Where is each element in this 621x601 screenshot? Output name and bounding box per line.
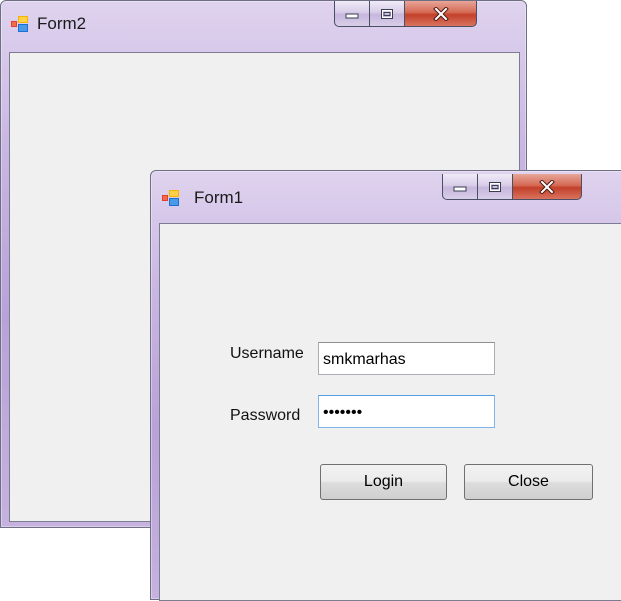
app-icon	[162, 190, 179, 206]
close-button[interactable]: Close	[464, 464, 593, 500]
form1-title: Form1	[194, 188, 244, 207]
password-label: Password	[230, 407, 301, 424]
form1-close-button[interactable]	[512, 174, 582, 200]
password-input[interactable]	[318, 395, 495, 428]
form1-titlebar[interactable]: Form1	[151, 171, 621, 217]
form1-maximize-button[interactable]	[477, 174, 512, 200]
minimize-icon	[345, 13, 359, 18]
close-x-icon	[432, 6, 449, 21]
form1-window[interactable]: Form1 Username smkmarhas Password ••••••…	[150, 170, 621, 601]
maximize-icon	[489, 181, 501, 192]
form2-minimize-button[interactable]	[334, 1, 369, 27]
form2-titlebar[interactable]: Form2	[1, 1, 526, 47]
form2-close-button[interactable]	[404, 1, 477, 27]
maximize-icon	[381, 8, 393, 19]
username-input[interactable]	[318, 342, 495, 375]
app-icon	[11, 16, 28, 32]
login-button[interactable]: Login	[320, 464, 447, 500]
close-x-icon	[539, 179, 555, 194]
form1-minimize-button[interactable]	[442, 174, 477, 200]
form2-title: Form2	[37, 14, 87, 33]
minimize-icon	[453, 186, 467, 191]
form1-client-area: Username Password Login Close	[159, 223, 621, 601]
form2-maximize-button[interactable]	[369, 1, 404, 27]
form1-caption-buttons	[442, 174, 582, 200]
form2-caption-buttons	[334, 1, 477, 27]
username-label: Username	[230, 345, 304, 362]
